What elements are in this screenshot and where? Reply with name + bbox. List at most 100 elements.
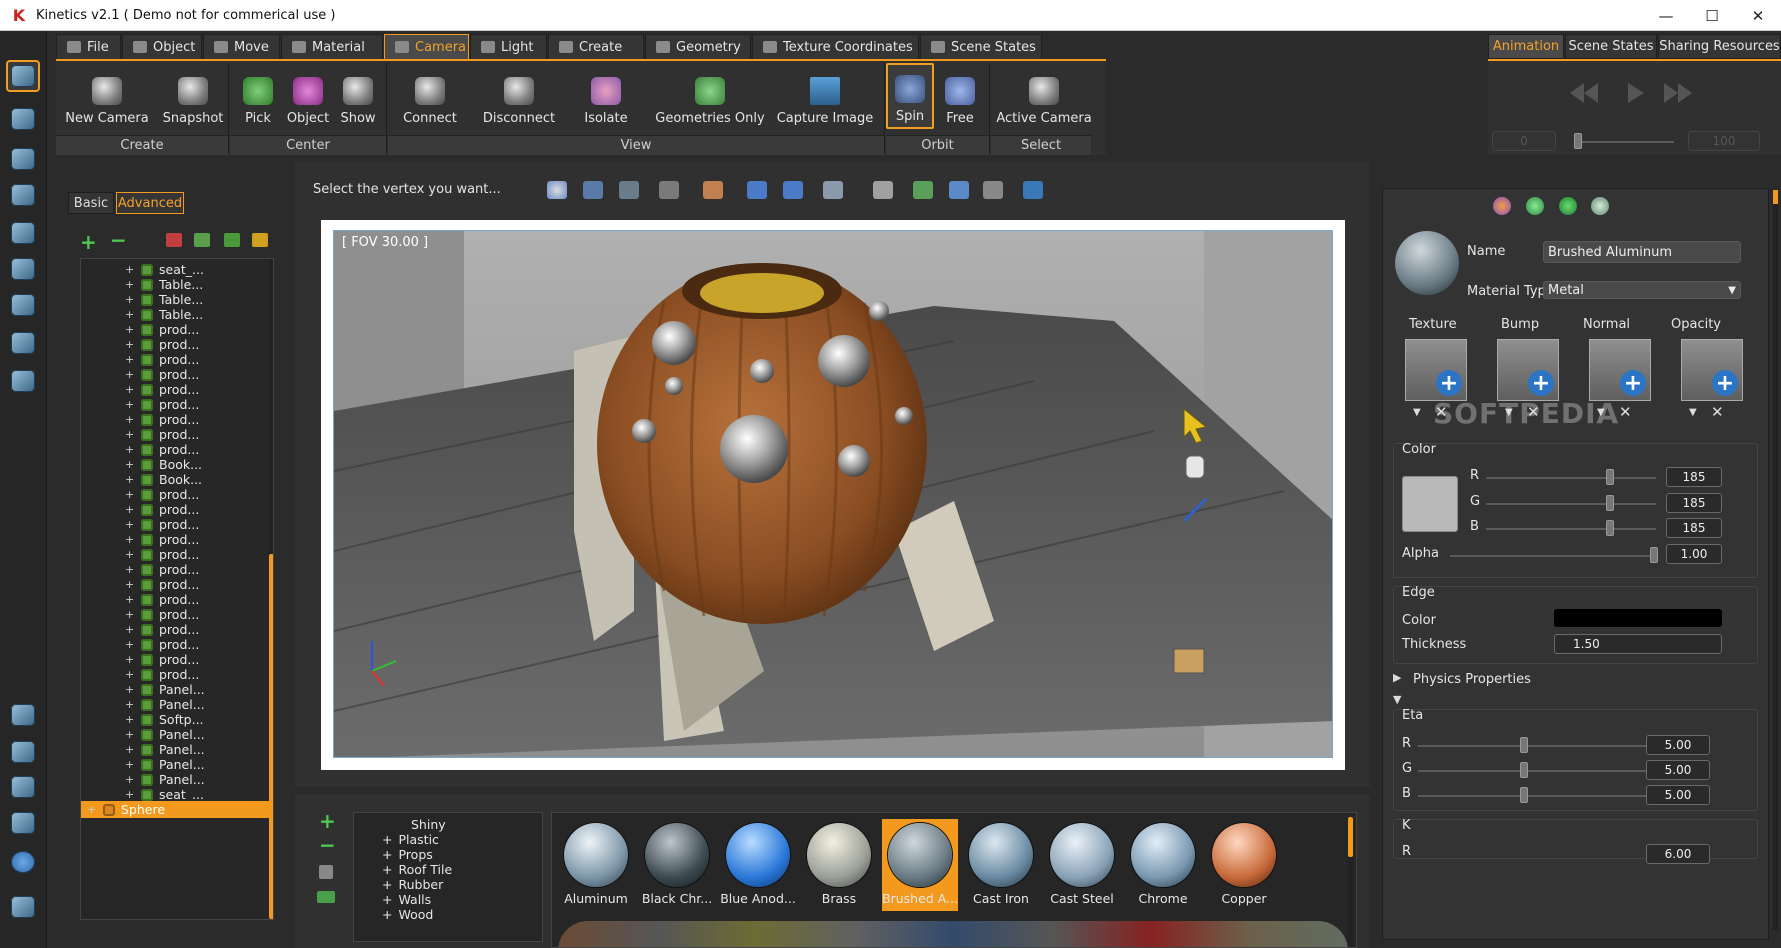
group-icon[interactable] <box>166 233 182 247</box>
select-vertex-icon[interactable] <box>547 181 567 199</box>
swatch-aluminum[interactable]: Aluminum <box>558 819 634 911</box>
objects-icon[interactable] <box>6 103 40 135</box>
expand-icon[interactable]: + <box>125 578 139 591</box>
palette-icon[interactable] <box>6 736 40 768</box>
tab-texture-coordinates[interactable]: Texture Coordinates <box>752 34 919 59</box>
tab-object[interactable]: Object <box>122 34 202 59</box>
tab-file[interactable]: File <box>56 34 121 59</box>
expand-icon[interactable]: + <box>125 773 139 786</box>
tab-scene-states-right[interactable]: Scene States <box>1565 34 1657 59</box>
minimize-icon[interactable]: — <box>1643 0 1689 31</box>
expand-icon[interactable]: + <box>125 413 139 426</box>
export-view-icon[interactable] <box>1023 181 1043 199</box>
b-slider-knob[interactable] <box>1606 520 1615 536</box>
expand-icon[interactable]: + <box>125 293 139 306</box>
maximize-icon[interactable]: ☐ <box>1689 0 1735 31</box>
material-tools-icon[interactable] <box>1493 197 1511 215</box>
alpha-slider[interactable] <box>1450 555 1656 557</box>
eta-b-knob[interactable] <box>1520 787 1528 803</box>
spin-button[interactable]: Spin <box>886 63 934 129</box>
g-value[interactable]: 185 <box>1666 493 1722 513</box>
expand-icon[interactable]: + <box>125 698 139 711</box>
normal-slot[interactable]: + <box>1589 339 1651 401</box>
category-props[interactable]: + Props <box>382 847 433 862</box>
material-type-select[interactable]: Metal ▼ <box>1543 281 1741 299</box>
library-icon[interactable] <box>319 865 333 879</box>
normal-clear-icon[interactable]: ✕ <box>1619 403 1632 421</box>
color-swatch[interactable] <box>1402 476 1458 532</box>
r-value[interactable]: 185 <box>1666 467 1722 487</box>
k-r-value[interactable]: 6.00 <box>1646 844 1710 864</box>
book-icon[interactable] <box>6 891 40 923</box>
alpha-slider-knob[interactable] <box>1650 547 1658 563</box>
tab-create[interactable]: Create <box>548 34 644 59</box>
pointer-icon[interactable] <box>823 181 843 199</box>
arrows-icon[interactable] <box>6 771 40 803</box>
expand-icon[interactable]: + <box>125 563 139 576</box>
tab-animation[interactable]: Animation <box>1488 34 1564 59</box>
center-object-button[interactable]: Object <box>282 63 334 129</box>
expand-icon[interactable]: + <box>125 653 139 666</box>
expand-icon[interactable]: + <box>125 503 139 516</box>
anim-start-field[interactable]: 0 <box>1492 131 1556 151</box>
free-button[interactable]: Free <box>936 63 984 129</box>
expand-icon[interactable]: + <box>125 428 139 441</box>
swatch-brass[interactable]: Brass <box>801 819 877 911</box>
help-icon[interactable] <box>6 846 40 878</box>
camera-orb-icon[interactable] <box>6 143 40 175</box>
b-value[interactable]: 185 <box>1666 518 1722 538</box>
category-walls[interactable]: + Walls <box>382 892 431 907</box>
snap-icon[interactable] <box>873 181 893 199</box>
category-roof-tile[interactable]: + Roof Tile <box>382 862 452 877</box>
expand-icon[interactable]: + <box>125 668 139 681</box>
globe-icon[interactable] <box>6 217 40 249</box>
expand-icon[interactable]: + <box>125 713 139 726</box>
expand-icon[interactable]: + <box>125 533 139 546</box>
expand-icon[interactable]: + <box>125 548 139 561</box>
anim-timeline[interactable] <box>1574 141 1674 143</box>
import-material-icon[interactable] <box>317 891 335 903</box>
expand-icon[interactable]: + <box>125 473 139 486</box>
expand-icon[interactable]: + <box>125 608 139 621</box>
expand-icon[interactable]: + <box>125 728 139 741</box>
b-slider[interactable] <box>1486 528 1656 530</box>
expand-icon[interactable]: + <box>125 263 139 276</box>
isolate-button[interactable]: Isolate <box>572 63 640 129</box>
edge-color-swatch[interactable] <box>1554 609 1722 627</box>
shaded-box-icon[interactable] <box>703 181 723 199</box>
connect-button[interactable]: Connect <box>392 63 468 129</box>
category-wood[interactable]: + Wood <box>382 907 433 922</box>
expand-icon[interactable]: + <box>125 623 139 636</box>
expand-icon[interactable]: + <box>125 788 139 801</box>
tab-move[interactable]: Move <box>203 34 280 59</box>
expand-icon[interactable]: + <box>125 398 139 411</box>
swatch-cast-steel[interactable]: Cast Steel <box>1044 819 1120 911</box>
swatch-chrome[interactable]: Chrome <box>1125 819 1201 911</box>
expand-icon[interactable]: + <box>125 323 139 336</box>
expand-icon[interactable]: + <box>125 488 139 501</box>
anim-end-field[interactable]: 100 <box>1688 131 1760 151</box>
tab-sharing-resources[interactable]: Sharing Resources <box>1658 34 1781 59</box>
g-slider-knob[interactable] <box>1606 495 1615 511</box>
swatch-brushed-aluminum[interactable]: Brushed A... <box>882 819 958 911</box>
opacity-slot[interactable]: + <box>1681 339 1743 401</box>
expand-icon[interactable]: + <box>125 638 139 651</box>
expand-icon[interactable]: + <box>125 458 139 471</box>
material-name-input[interactable]: Brushed Aluminum <box>1543 241 1741 263</box>
show-button[interactable]: Show <box>334 63 382 129</box>
add-material-icon[interactable]: + <box>319 809 336 833</box>
g-slider[interactable] <box>1486 503 1656 505</box>
swatch-cast-iron[interactable]: Cast Iron <box>963 819 1039 911</box>
expand-icon[interactable]: + <box>125 518 139 531</box>
swatch-black-chrome[interactable]: Black Chr... <box>639 819 715 911</box>
expand-icon[interactable]: + <box>125 278 139 291</box>
render-icon[interactable] <box>6 365 40 397</box>
eta-b-value[interactable]: 5.00 <box>1646 785 1710 805</box>
alpha-value[interactable]: 1.00 <box>1666 544 1722 564</box>
record-icon[interactable] <box>6 253 40 285</box>
tab-advanced[interactable]: Advanced <box>116 192 184 214</box>
rewind-icon[interactable] <box>1570 83 1584 103</box>
expand-icon[interactable]: + <box>125 443 139 456</box>
remove-material-icon[interactable]: − <box>319 833 336 857</box>
fast-forward-icon[interactable] <box>1664 83 1678 103</box>
